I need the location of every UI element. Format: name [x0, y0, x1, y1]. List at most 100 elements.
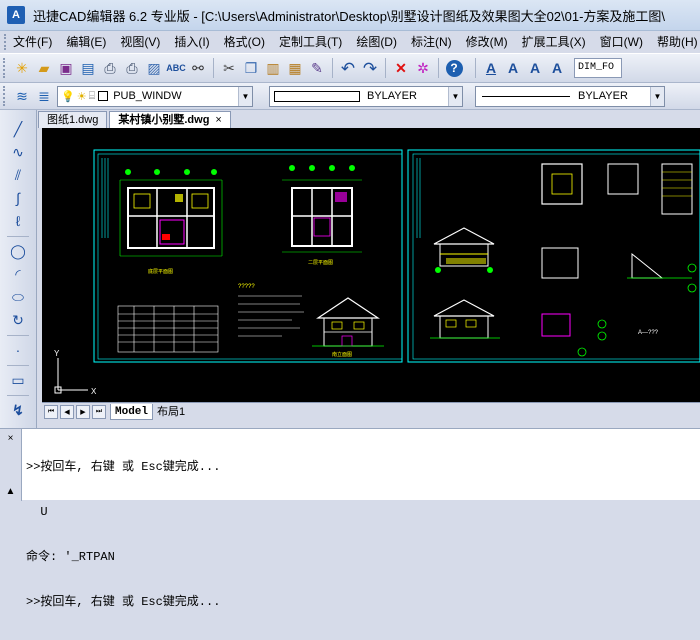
color-combo[interactable]: BYLAYER ▼ [269, 85, 463, 107]
detail-label: A—??? [638, 330, 659, 336]
text-style-icon[interactable]: A [480, 57, 502, 79]
command-window[interactable]: × ▲ >>按回车, 右键 或 Esc键完成... U 命令: '_RTPAN … [0, 428, 700, 609]
arc-icon[interactable]: ◜ [6, 263, 30, 285]
menu-edit[interactable]: 编辑(E) [59, 32, 113, 52]
menu-extended-tools[interactable]: 扩展工具(X) [515, 32, 593, 52]
point-icon[interactable]: · [6, 339, 30, 361]
freehand-icon[interactable]: ℓ [6, 210, 30, 232]
drawing-canvas[interactable]: 底层平面图 二层平面图 ????? 南立面图 A—??? Y X [42, 128, 700, 402]
image-export-icon[interactable]: ▨ [143, 57, 165, 79]
separator [438, 58, 439, 78]
command-line: U [26, 505, 48, 519]
prev-tab-icon[interactable]: ◀ [60, 404, 74, 419]
single-line-text-icon[interactable]: A [502, 57, 524, 79]
ucs-icon [54, 358, 88, 394]
cut-icon[interactable]: ✂ [218, 57, 240, 79]
save-as-icon[interactable]: ▤ [77, 57, 99, 79]
circle-icon[interactable]: ◯ [6, 240, 30, 262]
multiline-icon[interactable]: ⫽ [6, 164, 30, 186]
menu-format[interactable]: 格式(O) [217, 32, 272, 52]
ucs-y-label: Y [54, 349, 60, 358]
linetype-preview [482, 95, 570, 97]
layer-combo[interactable]: 💡 ☀ ⌸ PUB_WINDW ▼ [57, 85, 253, 107]
separator [7, 236, 29, 237]
undo-icon[interactable]: ↶ [337, 57, 359, 79]
menu-insert[interactable]: 插入(I) [167, 32, 216, 52]
command-prompt[interactable]: >>按回车, 右键 或 Esc键完成... [26, 595, 220, 610]
window-title: 迅捷CAD编辑器 6.2 专业版 - [C:\Users\Administrat… [33, 8, 666, 24]
delete-icon[interactable]: ✕ [390, 57, 412, 79]
separator [385, 58, 386, 78]
menu-file[interactable]: 文件(F) [6, 32, 59, 52]
layout-tabs-bar: ⏮ ◀ ▶ ⏭ Model 布局1 [42, 402, 700, 420]
rectangle-icon[interactable]: ▭ [6, 369, 30, 391]
elevation-label: 南立面图 [332, 351, 352, 358]
elevation-right-1 [433, 227, 495, 273]
close-icon[interactable]: × [8, 433, 14, 444]
separator [213, 58, 214, 78]
save-icon[interactable]: ▣ [55, 57, 77, 79]
print-preview-icon[interactable]: ⎙ [121, 57, 143, 79]
spline-icon[interactable]: ∫ [6, 187, 30, 209]
find-binoculars-icon[interactable]: ⚯ [187, 57, 209, 79]
menu-custom-tools[interactable]: 定制工具(T) [272, 32, 349, 52]
document-tabs: 图纸1.dwg 某村镇小别墅.dwg × [38, 110, 700, 128]
title-bar: A 迅捷CAD编辑器 6.2 专业版 - [C:\Users\Administr… [0, 0, 700, 31]
tab-model[interactable]: Model [110, 403, 154, 420]
menu-dimension[interactable]: 标注(N) [404, 32, 459, 52]
floor-plan-ground [119, 169, 223, 257]
menu-view[interactable]: 视图(V) [113, 32, 167, 52]
layer-thaw-icon: ☀ [76, 90, 87, 103]
command-line: >>按回车, 右键 或 Esc键完成... [26, 460, 221, 474]
tab-drawing1[interactable]: 图纸1.dwg [38, 111, 108, 128]
layer-manager-icon[interactable]: ≋ [11, 85, 33, 107]
menu-modify[interactable]: 修改(M) [459, 32, 515, 52]
cad-drawing: 底层平面图 二层平面图 ????? 南立面图 A—??? Y X [54, 149, 700, 396]
layer-name: PUB_WINDW [113, 90, 182, 102]
revision-cloud-icon[interactable]: ↻ [6, 309, 30, 331]
toolbar-grip[interactable] [3, 58, 7, 78]
text-scale-icon[interactable]: A [546, 57, 568, 79]
sheet-border-right [412, 153, 700, 360]
layer-state-icon[interactable]: ≣ [33, 85, 55, 107]
redo-icon[interactable]: ↷ [359, 57, 381, 79]
elevation-south [312, 297, 384, 347]
copy-icon[interactable]: ❐ [240, 57, 262, 79]
paste-special-icon[interactable]: ▦ [284, 57, 306, 79]
tab-village-villa[interactable]: 某村镇小别墅.dwg × [109, 111, 231, 128]
dim-style-combo[interactable]: DIM_FO [574, 58, 622, 78]
ellipse-icon[interactable]: ⬭ [6, 286, 30, 308]
explode-icon[interactable]: ✲ [412, 57, 434, 79]
new-file-icon[interactable]: ✳ [11, 57, 33, 79]
menu-window[interactable]: 窗口(W) [593, 32, 650, 52]
open-folder-icon[interactable]: ▰ [33, 57, 55, 79]
last-tab-icon[interactable]: ⏭ [92, 404, 106, 419]
tab-layout1[interactable]: 布局1 [153, 404, 189, 420]
app-logo-icon: A [7, 6, 25, 24]
paste-icon[interactable]: ▥ [262, 57, 284, 79]
spellcheck-icon[interactable]: ABC [165, 57, 187, 79]
collapse-icon[interactable]: ▲ [6, 486, 16, 497]
chevron-down-icon[interactable]: ▼ [238, 86, 252, 106]
menu-help[interactable]: 帮助(H) [650, 32, 700, 52]
regen-icon[interactable]: ↯ [6, 399, 30, 421]
color-swatch [274, 90, 360, 102]
command-window-grip[interactable]: × ▲ [0, 429, 22, 501]
menu-draw[interactable]: 绘图(D) [349, 32, 404, 52]
close-icon[interactable]: × [215, 114, 221, 126]
next-tab-icon[interactable]: ▶ [76, 404, 90, 419]
match-properties-icon[interactable]: ✎ [306, 57, 328, 79]
line-icon[interactable]: ╱ [6, 118, 30, 140]
help-icon[interactable]: ? [443, 57, 465, 79]
toolbar-grip[interactable] [3, 86, 7, 106]
chevron-down-icon[interactable]: ▼ [650, 86, 664, 106]
chevron-down-icon[interactable]: ▼ [448, 86, 462, 106]
print-icon[interactable]: ⎙ [99, 57, 121, 79]
floor-plan-upper [282, 165, 362, 253]
edit-text-icon[interactable]: A [524, 57, 546, 79]
section-detail [541, 163, 697, 357]
door-window-table [117, 305, 219, 353]
polyline-icon[interactable]: ∿ [6, 141, 30, 163]
linetype-combo[interactable]: BYLAYER ▼ [475, 85, 665, 107]
first-tab-icon[interactable]: ⏮ [44, 404, 58, 419]
